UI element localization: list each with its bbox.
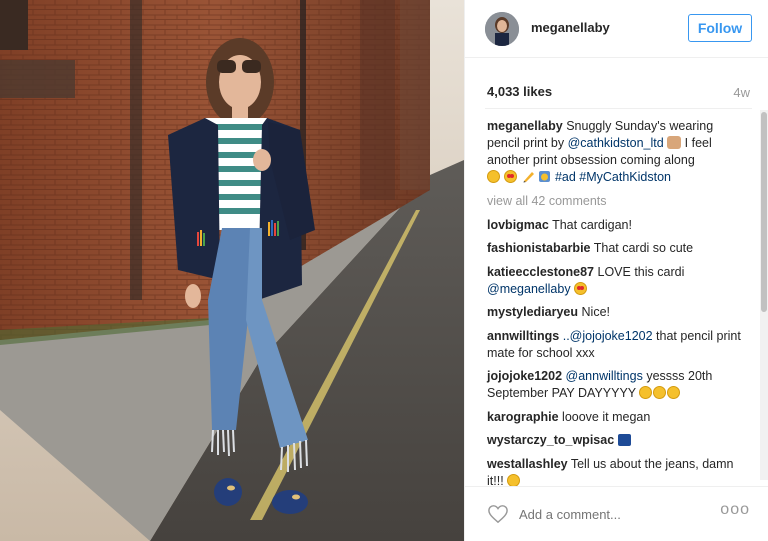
post-username[interactable]: meganellaby xyxy=(531,20,610,35)
comment-mention[interactable]: @meganellaby xyxy=(487,282,571,296)
post-age[interactable]: 4w xyxy=(733,85,750,100)
caption: meganellaby Snuggly Sunday's wearing pen… xyxy=(487,118,749,186)
view-all-comments[interactable]: view all 42 comments xyxy=(487,193,749,210)
comment-item: fashionistabarbie That cardi so cute xyxy=(487,240,749,257)
comment-item: annwilltings ..@jojojoke1202 that pencil… xyxy=(487,328,749,362)
post-photo[interactable] xyxy=(0,0,464,541)
heart-eyes-emoji-icon xyxy=(504,170,518,183)
avatar[interactable] xyxy=(485,12,519,46)
comment-username[interactable]: lovbigmac xyxy=(487,218,549,232)
comment-username[interactable]: katieecclestone87 xyxy=(487,265,594,279)
heart-eyes-emoji-icon xyxy=(574,281,588,295)
comment-text: LOVE this cardi xyxy=(597,264,685,279)
grimace-emoji-icon xyxy=(507,473,521,487)
comment-item: karographie looove it megan xyxy=(487,409,749,426)
comments-scrollbar-thumb[interactable] xyxy=(761,112,767,312)
add-comment-bar: ooo xyxy=(465,486,768,541)
likes-count[interactable]: 4,033 likes xyxy=(487,84,552,99)
cool-button-emoji-icon xyxy=(617,434,631,446)
comment-username[interactable]: jojojoke1202 xyxy=(487,369,562,383)
comment-username[interactable]: annwilltings xyxy=(487,329,559,343)
follow-button[interactable]: Follow xyxy=(688,14,752,42)
comment-text: That cardigan! xyxy=(552,217,632,232)
post-header: meganellaby Follow xyxy=(465,0,768,58)
comment-item: katieecclestone87 LOVE this cardi @megan… xyxy=(487,264,749,298)
comment-item: lovbigmac That cardigan! xyxy=(487,217,749,234)
add-comment-input[interactable] xyxy=(517,501,701,527)
comment-username[interactable]: westallashley xyxy=(487,457,568,471)
wink-emoji-icon xyxy=(487,170,500,183)
comment-username[interactable]: mystylediaryeu xyxy=(487,305,578,319)
comment-username[interactable]: fashionistabarbie xyxy=(487,241,591,255)
comment-username[interactable]: karographie xyxy=(487,410,559,424)
avatar-image xyxy=(485,12,519,46)
comment-item: mystylediaryeu Nice! xyxy=(487,304,749,321)
caption-hashtags[interactable]: #ad #MyCathKidston xyxy=(555,170,671,184)
comment-mention[interactable]: @jojojoke1202 xyxy=(570,329,653,343)
comment-item: jojojoke1202 @annwilltings yessss 20th S… xyxy=(487,368,749,402)
post-sidebar: meganellaby Follow 4,033 likes 4w megane… xyxy=(464,0,768,541)
cat-emoji-icon xyxy=(539,171,551,182)
comment-text: That cardi so cute xyxy=(593,241,694,255)
instagram-post: meganellaby Follow 4,033 likes 4w megane… xyxy=(0,0,768,541)
caption-mention[interactable]: @cathkidston_ltd xyxy=(568,136,664,150)
comment-username[interactable]: wystarczy_to_wpisac xyxy=(487,433,614,447)
comment-prefix: .. xyxy=(562,328,570,343)
pencil-emoji-icon xyxy=(523,172,534,183)
grin-emoji-icon xyxy=(653,386,667,399)
heart-outline-icon[interactable] xyxy=(487,504,509,524)
comment-mention[interactable]: @annwilltings xyxy=(566,369,643,383)
caption-username[interactable]: meganellaby xyxy=(487,119,563,133)
grin-emoji-icon xyxy=(639,386,653,399)
comment-item: wystarczy_to_wpisac xyxy=(487,432,749,449)
comment-text: Nice! xyxy=(581,305,610,319)
thumbs-up-emoji-icon xyxy=(667,136,682,149)
post-image xyxy=(0,0,464,541)
more-options-icon[interactable]: ooo xyxy=(720,501,750,519)
comments-list: meganellaby Snuggly Sunday's wearing pen… xyxy=(487,118,749,496)
comment-text: looove it megan xyxy=(562,409,651,424)
comment-item: westallashley Tell us about the jeans, d… xyxy=(487,456,749,490)
divider xyxy=(485,108,752,109)
grin-emoji-icon xyxy=(667,386,681,399)
